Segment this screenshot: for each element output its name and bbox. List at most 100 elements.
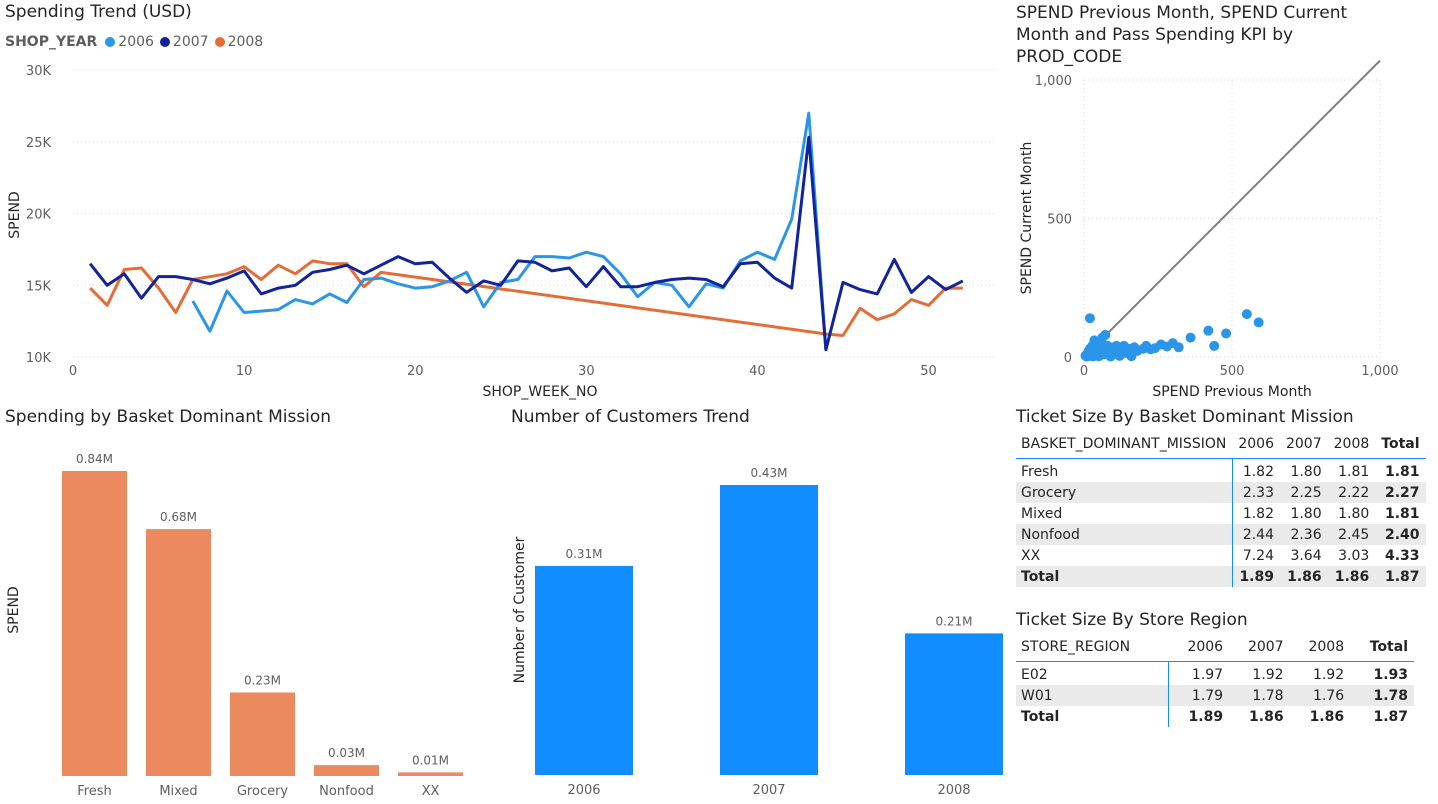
scatter-point — [1108, 348, 1119, 359]
table-row[interactable]: W01 1.79 1.78 1.76 1.78 — [1016, 685, 1414, 706]
scatter-visual: SPEND Previous Month, SPEND Current Mont… — [1010, 0, 1438, 405]
row-label: XX — [1016, 545, 1233, 566]
column-header[interactable]: 2007 — [1229, 633, 1290, 662]
column-header[interactable]: 2006 — [1232, 430, 1280, 459]
bar-2007 — [720, 485, 818, 775]
scatter-point — [1185, 332, 1196, 343]
scatter-point — [1241, 309, 1252, 320]
table-cell: 1.86 — [1287, 568, 1322, 585]
table-cell: 2.25 — [1290, 484, 1322, 501]
table-cell: 2.36 — [1290, 526, 1322, 543]
x-tick-label: 50 — [920, 364, 937, 379]
table-cell: 1.80 — [1290, 463, 1322, 480]
scatter-point — [1099, 349, 1110, 360]
bar-2006 — [535, 565, 633, 775]
x-tick-label: Fresh — [77, 784, 112, 799]
table-cell: 1.81 — [1384, 463, 1420, 480]
y-tick-label: 25K — [26, 136, 52, 151]
customers-chart[interactable]: 0.31M20060.43M20070.21M2008Number of Cus… — [505, 405, 1005, 804]
header-row: BASKET_DOMINANT_MISSION 2006 2007 2008 Total — [1016, 430, 1426, 459]
column-header[interactable]: Total — [1375, 430, 1425, 459]
table-cell: 1.82 — [1242, 505, 1274, 522]
y-axis-title: Number of Customer — [512, 536, 528, 683]
ticket-region-table: STORE_REGION 2006 2007 2008 Total E02 1.97 1.92… — [1016, 633, 1414, 727]
table-cell: 1.78 — [1252, 687, 1284, 704]
column-header[interactable]: Total — [1350, 633, 1414, 662]
bar-mixed — [146, 529, 211, 776]
bar-2008 — [905, 633, 1003, 775]
y-tick-label: 20K — [26, 208, 52, 223]
data-label: 0.03M — [328, 746, 365, 760]
x-tick-label: 30 — [578, 364, 595, 379]
data-label: 0.21M — [935, 614, 972, 628]
data-label: 0.31M — [565, 547, 602, 561]
row-label: Nonfood — [1016, 524, 1233, 545]
table-cell: 1.93 — [1373, 666, 1408, 683]
table-row[interactable]: Mixed 1.82 1.80 1.80 1.81 — [1016, 503, 1426, 524]
row-label: Fresh — [1016, 458, 1233, 482]
column-header[interactable]: BASKET_DOMINANT_MISSION — [1016, 430, 1232, 459]
scatter-point — [1173, 342, 1184, 353]
table-cell: 1.80 — [1338, 505, 1370, 522]
y-axis-title: SPEND — [6, 586, 22, 633]
ticket-region-visual: Ticket Size By Store Region STORE_REGION… — [1010, 608, 1438, 738]
x-tick-label: 2006 — [567, 783, 600, 798]
scatter-point — [1203, 325, 1214, 336]
y-axis-title: SPEND — [7, 191, 23, 238]
table-row[interactable]: Fresh 1.82 1.80 1.81 1.81 — [1016, 458, 1426, 482]
ticket-mission-visual: Ticket Size By Basket Dominant Mission B… — [1010, 405, 1438, 595]
table-cell: 1.81 — [1338, 463, 1370, 480]
data-label: 0.01M — [412, 753, 449, 767]
table-cell: 1.82 — [1242, 463, 1274, 480]
y-axis-title: SPEND Current Month — [1019, 142, 1035, 295]
table-cell: 1.80 — [1290, 505, 1322, 522]
ticket-mission-table: BASKET_DOMINANT_MISSION 2006 2007 2008 Total… — [1016, 430, 1426, 587]
scatter-chart[interactable]: 05001,0000 500 1,000SPEND Previous MonthSP… — [1010, 0, 1438, 405]
bar-grocery — [230, 692, 295, 776]
column-header[interactable]: STORE_REGION — [1016, 633, 1169, 662]
table-cell: 1.87 — [1373, 708, 1408, 725]
table-cell: 2.22 — [1338, 484, 1370, 501]
column-header[interactable]: 2008 — [1290, 633, 1351, 662]
bar-nonfood — [314, 765, 379, 776]
mission-chart[interactable]: 0.84M Fresh 0.68M Mixed 0.23M Grocery 0.03M Non… — [0, 405, 495, 804]
table-cell: 3.64 — [1290, 547, 1322, 564]
column-header[interactable]: 2007 — [1280, 430, 1328, 459]
series-line-2006 — [191, 111, 828, 350]
y-tick-label: 1,000 — [1035, 74, 1072, 89]
spending-trend-chart[interactable]: 10K 15K 20K 25K 30K 0 10 20 30 40 50 SHOP_WEEK_NO SP… — [0, 0, 1005, 405]
bar-fresh — [62, 471, 127, 776]
data-label: 0.43M — [750, 466, 787, 480]
x-tick-label: 2007 — [752, 783, 785, 798]
scatter-point — [1221, 328, 1232, 339]
scatter-point — [1084, 313, 1095, 324]
x-tick-label: Nonfood — [319, 784, 374, 799]
y-tick-label: 10K — [26, 351, 52, 366]
row-label: Total — [1016, 566, 1233, 587]
table-cell: 2.45 — [1338, 526, 1370, 543]
table-cell: 1.89 — [1188, 708, 1224, 725]
row-label: Total — [1016, 706, 1170, 727]
table-row[interactable]: XX 7.24 3.64 3.03 4.33 — [1016, 545, 1426, 566]
table-cell: 1.81 — [1384, 505, 1420, 522]
table-row[interactable]: Nonfood 2.44 2.36 2.45 2.40 — [1016, 524, 1426, 545]
table-cell: 1.87 — [1384, 568, 1420, 585]
table-cell: 1.97 — [1191, 666, 1224, 683]
column-header[interactable]: 2008 — [1328, 430, 1376, 459]
x-tick-label: 0 — [69, 364, 77, 379]
table-cell: 1.86 — [1334, 568, 1370, 585]
table-row[interactable]: Total 1.89 1.86 1.86 1.87 — [1016, 706, 1414, 727]
table-row[interactable]: E02 1.97 1.92 1.92 1.93 — [1016, 661, 1414, 685]
bar-xx — [398, 772, 463, 776]
table-row[interactable]: Total 1.89 1.86 1.86 1.87 — [1016, 566, 1426, 587]
table-row[interactable]: Grocery 2.33 2.25 2.22 2.27 — [1016, 482, 1426, 503]
table-cell: 4.33 — [1384, 547, 1420, 564]
x-tick-label: 1,000 — [1361, 364, 1398, 379]
y-tick-label: 0 — [1064, 351, 1072, 366]
row-label: Grocery — [1016, 482, 1233, 503]
column-header[interactable]: 2006 — [1169, 633, 1230, 662]
x-tick-label: Mixed — [159, 784, 197, 799]
table-cell: 2.33 — [1242, 484, 1274, 501]
x-tick-label: 20 — [407, 364, 424, 379]
table-cell: 1.86 — [1309, 708, 1345, 725]
